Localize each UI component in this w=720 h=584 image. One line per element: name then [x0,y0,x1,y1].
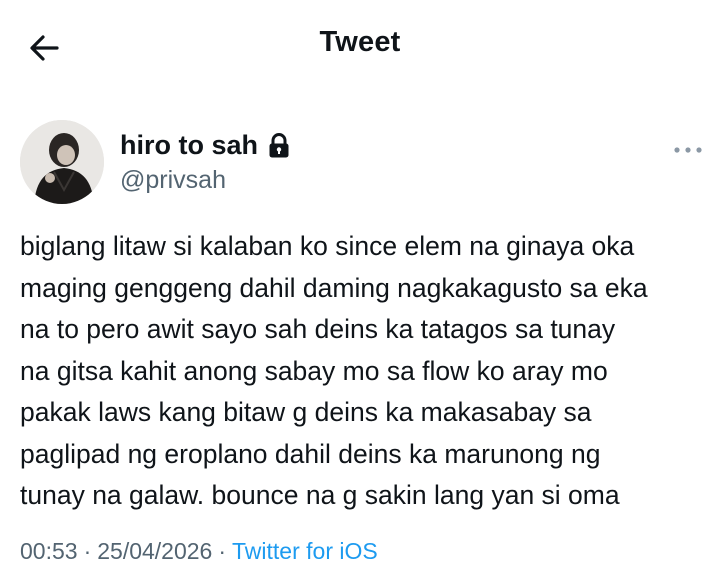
more-dots-icon [674,147,702,153]
tweet-text-line: pakak laws kang bitaw g deins ka makasab… [20,397,592,427]
tweet-source-link[interactable]: Twitter for iOS [232,538,378,564]
page-title: Tweet [319,26,401,58]
tweet-text-line: paglipad ng eroplano dahil deins ka maru… [20,438,601,469]
tweet-time[interactable]: 00:53 [20,538,78,564]
tweet-text-line: tunay na galaw. bounce na g sakin lang y… [20,480,620,510]
tweet-date[interactable]: 25/04/2026 [97,538,212,564]
author-name-row: hiro to sah [120,130,290,161]
tweet-text-line: na to pero awit sayo sah deins ka tatago… [20,314,616,344]
lock-icon [268,132,290,159]
tweet-meta: 00:53 · 25/04/2026 · Twitter for iOS [20,538,378,565]
tweet-text-line: maging genggeng dahil daming nagkakagust… [20,272,648,303]
avatar[interactable] [20,120,104,204]
display-name[interactable]: hiro to sah [120,130,258,161]
meta-separator: · [83,538,92,564]
tweet-text-line: na gitsa kahit anong sabay mo sa flow ko… [20,355,608,386]
user-handle[interactable]: @privsah [120,166,226,195]
tweet-text: biglang litaw si kalaban ko since elem n… [20,226,710,517]
meta-separator: · [218,538,227,564]
more-options-button[interactable] [670,140,706,160]
avatar-image [20,120,104,204]
tweet-detail-screen: Tweet hiro to sah @privsah biglang litaw… [0,0,720,584]
tweet-text-line: biglang litaw si kalaban ko since elem n… [20,231,635,261]
